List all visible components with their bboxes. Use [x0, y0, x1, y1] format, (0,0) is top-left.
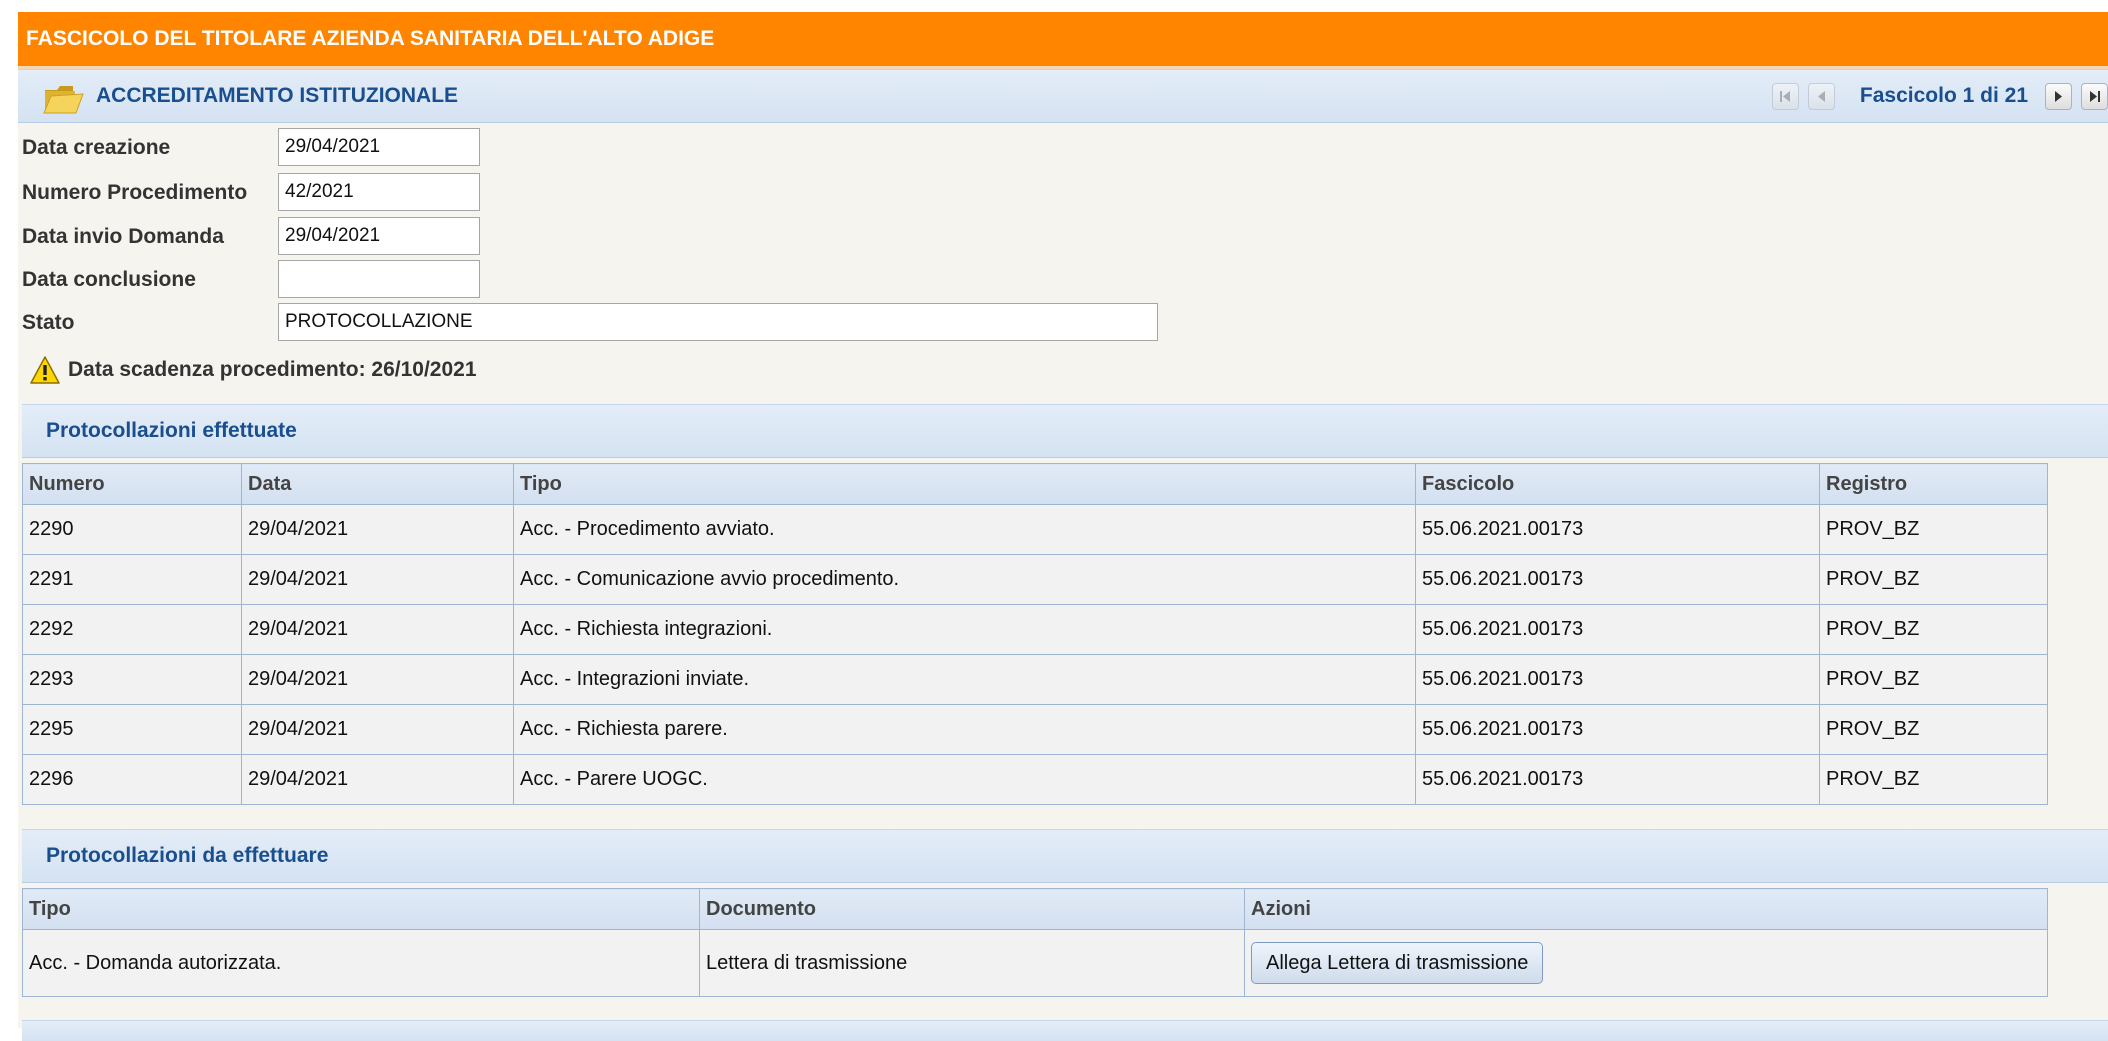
cell-data: 29/04/2021	[241, 704, 514, 755]
numero-procedimento-input[interactable]	[278, 173, 480, 211]
cell-fascicolo: 55.06.2021.00173	[1415, 604, 1820, 655]
cell-fascicolo: 55.06.2021.00173	[1415, 704, 1820, 755]
protocollazioni-effettuate-title: Protocollazioni effettuate	[46, 419, 297, 442]
data-creazione-label: Data creazione	[22, 136, 171, 159]
protocollazioni-da-effettuare-table: Tipo Documento Azioni Acc. - Domanda aut…	[22, 888, 2048, 997]
stato-input[interactable]	[278, 303, 1158, 341]
column-header-registro: Registro	[1819, 463, 2048, 505]
cell-registro: PROV_BZ	[1819, 704, 2048, 755]
page-header: FASCICOLO DEL TITOLARE AZIENDA SANITARIA…	[18, 12, 2108, 69]
cell-fascicolo: 55.06.2021.00173	[1415, 754, 1820, 805]
cell-data: 29/04/2021	[241, 604, 514, 655]
table-header-row: Numero Data Tipo Fascicolo Registro	[22, 463, 2048, 505]
page: FASCICOLO DEL TITOLARE AZIENDA SANITARIA…	[18, 12, 2108, 1041]
folder-icon	[43, 86, 84, 114]
column-header-tipo: Tipo	[513, 463, 1416, 505]
page-header-title: FASCICOLO DEL TITOLARE AZIENDA SANITARIA…	[26, 27, 715, 50]
cell-tipo: Acc. - Procedimento avviato.	[513, 504, 1416, 555]
column-header-data: Data	[241, 463, 514, 505]
protocollazioni-effettuate-header: Protocollazioni effettuate	[22, 404, 2108, 458]
column-header-azioni: Azioni	[1244, 888, 2048, 930]
data-creazione-input[interactable]	[278, 128, 480, 166]
deadline-warning: Data scadenza procedimento: 26/10/2021	[30, 351, 477, 389]
data-conclusione-input[interactable]	[278, 260, 480, 298]
last-page-icon	[2090, 90, 2100, 102]
deadline-text: Data scadenza procedimento: 26/10/2021	[68, 358, 477, 381]
record-pager: Fascicolo 1 di 21	[1763, 70, 2108, 122]
protocollazioni-da-effettuare-header: Protocollazioni da effettuare	[22, 829, 2108, 883]
column-header-tipo: Tipo	[22, 888, 700, 930]
cell-azioni: Allega Lettera di trasmissione	[1244, 929, 2048, 997]
previous-record-button[interactable]	[1807, 82, 1835, 110]
cell-tipo: Acc. - Richiesta parere.	[513, 704, 1416, 755]
cell-fascicolo: 55.06.2021.00173	[1415, 504, 1820, 555]
cell-tipo: Acc. - Comunicazione avvio procedimento.	[513, 554, 1416, 605]
last-record-button[interactable]	[2081, 82, 2108, 110]
warning-icon	[30, 356, 60, 384]
first-record-button[interactable]	[1771, 82, 1799, 110]
table-row: 2293 29/04/2021 Acc. - Integrazioni invi…	[22, 654, 2048, 705]
cell-numero: 2292	[22, 604, 242, 655]
previous-page-icon	[1817, 90, 1825, 102]
section-title: ACCREDITAMENTO ISTITUZIONALE	[96, 84, 459, 107]
table-row: 2295 29/04/2021 Acc. - Richiesta parere.…	[22, 704, 2048, 755]
next-record-button[interactable]	[2045, 82, 2072, 110]
table-row: 2292 29/04/2021 Acc. - Richiesta integra…	[22, 604, 2048, 655]
stato-label: Stato	[22, 311, 75, 334]
cell-fascicolo: 55.06.2021.00173	[1415, 554, 1820, 605]
cell-registro: PROV_BZ	[1819, 754, 2048, 805]
cell-registro: PROV_BZ	[1819, 654, 2048, 705]
cell-numero: 2295	[22, 704, 242, 755]
numero-procedimento-label: Numero Procedimento	[22, 181, 248, 204]
cell-numero: 2291	[22, 554, 242, 605]
data-invio-input[interactable]	[278, 217, 480, 255]
cell-tipo: Acc. - Parere UOGC.	[513, 754, 1416, 805]
cell-numero: 2296	[22, 754, 242, 805]
allega-lettera-button[interactable]: Allega Lettera di trasmissione	[1251, 942, 1544, 984]
cell-tipo: Acc. - Domanda autorizzata.	[22, 929, 700, 997]
table-row: 2290 29/04/2021 Acc. - Procedimento avvi…	[22, 504, 2048, 555]
cell-tipo: Acc. - Integrazioni inviate.	[513, 654, 1416, 705]
pager-status: Fascicolo 1 di 21	[1859, 84, 2028, 107]
cell-fascicolo: 55.06.2021.00173	[1415, 654, 1820, 705]
section-header: ACCREDITAMENTO ISTITUZIONALE Fascicolo 1…	[18, 69, 2108, 123]
cell-registro: PROV_BZ	[1819, 604, 2048, 655]
table-row: 2291 29/04/2021 Acc. - Comunicazione avv…	[22, 554, 2048, 605]
table-row: 2296 29/04/2021 Acc. - Parere UOGC. 55.0…	[22, 754, 2048, 805]
cell-data: 29/04/2021	[241, 504, 514, 555]
cell-tipo: Acc. - Richiesta integrazioni.	[513, 604, 1416, 655]
table-header-row: Tipo Documento Azioni	[22, 888, 2048, 930]
column-header-fascicolo: Fascicolo	[1415, 463, 1820, 505]
first-page-icon	[1779, 90, 1790, 102]
cell-numero: 2290	[22, 504, 242, 555]
cell-numero: 2293	[22, 654, 242, 705]
protocollazioni-effettuate-table: Numero Data Tipo Fascicolo Registro 2290…	[22, 463, 2048, 805]
next-section-header	[22, 1020, 2108, 1041]
cell-data: 29/04/2021	[241, 554, 514, 605]
cell-data: 29/04/2021	[241, 754, 514, 805]
column-header-documento: Documento	[699, 888, 1245, 930]
data-conclusione-label: Data conclusione	[22, 268, 196, 291]
next-page-icon	[2055, 90, 2062, 102]
cell-data: 29/04/2021	[241, 654, 514, 705]
cell-registro: PROV_BZ	[1819, 554, 2048, 605]
cell-documento: Lettera di trasmissione	[699, 929, 1245, 997]
column-header-numero: Numero	[22, 463, 242, 505]
cell-registro: PROV_BZ	[1819, 504, 2048, 555]
table-row: Acc. - Domanda autorizzata. Lettera di t…	[22, 929, 2048, 997]
data-invio-label: Data invio Domanda	[22, 225, 224, 248]
protocollazioni-da-effettuare-title: Protocollazioni da effettuare	[46, 844, 329, 867]
